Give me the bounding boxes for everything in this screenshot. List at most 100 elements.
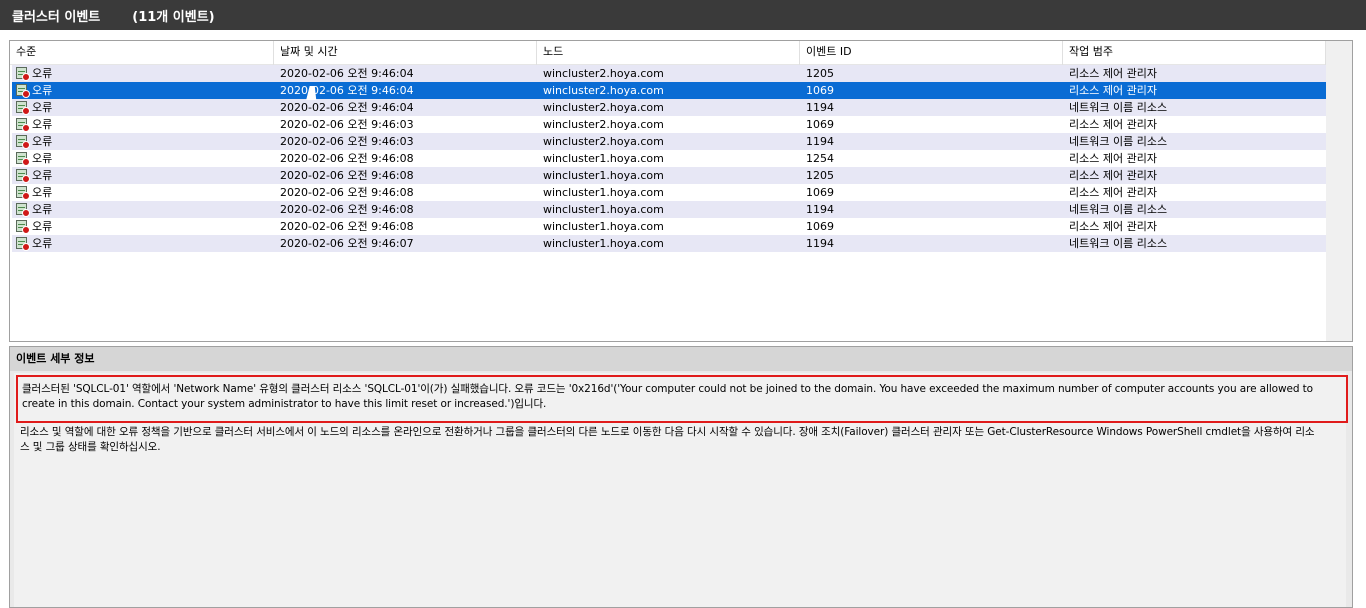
cell-level: 오류 — [12, 167, 276, 184]
error-server-icon — [15, 66, 30, 81]
cell-node: wincluster1.hoya.com — [543, 203, 664, 216]
cell-level: 오류 — [12, 65, 276, 82]
table-row[interactable]: 오류 2020-02-06 오전 9:46:08 wincluster1.hoya.… — [12, 167, 1327, 184]
level-text: 오류 — [32, 101, 53, 114]
cell-level: 오류 — [12, 99, 276, 116]
cell-node: wincluster1.hoya.com — [543, 237, 664, 250]
event-rows: 오류 2020-02-06 오전 9:46:04 wincluster2.hoya.… — [12, 65, 1327, 252]
cell-category: 네트워크 이름 리소스 — [1069, 203, 1168, 216]
error-server-icon — [15, 185, 30, 200]
level-text: 오류 — [32, 186, 53, 199]
error-server-icon — [15, 117, 30, 132]
error-server-icon — [15, 236, 30, 251]
table-row[interactable]: 오류 2020-02-06 오전 9:46:04 wincluster2.hoya.… — [12, 82, 1327, 99]
level-text: 오류 — [32, 169, 53, 182]
table-row[interactable]: 오류 2020-02-06 오전 9:46:08 wincluster1.hoya.… — [12, 201, 1327, 218]
cell-datetime: 2020-02-06 오전 9:46:08 — [280, 152, 414, 165]
column-header-level[interactable]: 수준 — [10, 41, 274, 65]
table-row[interactable]: 오류 2020-02-06 오전 9:46:03 wincluster2.hoya.… — [12, 133, 1327, 150]
column-header-category[interactable]: 작업 범주 — [1063, 41, 1326, 65]
cell-node: wincluster2.hoya.com — [543, 67, 664, 80]
cell-node: wincluster2.hoya.com — [543, 135, 664, 148]
cell-datetime: 2020-02-06 오전 9:46:03 — [280, 135, 414, 148]
level-text: 오류 — [32, 220, 53, 233]
error-server-icon — [15, 83, 30, 98]
column-header-row: 수준 날짜 및 시간 노드 이벤트 ID 작업 범주 — [10, 41, 1326, 65]
column-header-node[interactable]: 노드 — [537, 41, 800, 65]
event-details-header: 이벤트 세부 정보 — [10, 347, 1352, 371]
column-header-datetime[interactable]: 날짜 및 시간 — [274, 41, 537, 65]
vertical-scrollbar-area — [1326, 41, 1352, 341]
event-message-highlighted: 클러스터된 'SQLCL-01' 역할에서 'Network Name' 유형의… — [16, 375, 1348, 423]
cell-datetime: 2020-02-06 오전 9:46:04 — [280, 67, 414, 80]
cell-event-id: 1194 — [806, 203, 834, 216]
error-server-icon — [15, 134, 30, 149]
cell-datetime: 2020-02-06 오전 9:46:03 — [280, 118, 414, 131]
table-row[interactable]: 오류 2020-02-06 오전 9:46:08 wincluster1.hoya.… — [12, 218, 1327, 235]
table-row[interactable]: 오류 2020-02-06 오전 9:46:04 wincluster2.hoya.… — [12, 99, 1327, 116]
event-details-body[interactable]: 클러스터된 'SQLCL-01' 역할에서 'Network Name' 유형의… — [14, 373, 1348, 607]
cell-event-id: 1069 — [806, 220, 834, 233]
cell-datetime: 2020-02-06 오전 9:46:04 — [280, 101, 414, 114]
event-message-description: 리소스 및 역할에 대한 오류 정책을 기반으로 클러스터 서비스에서 이 노드… — [20, 426, 1315, 453]
cell-event-id: 1069 — [806, 84, 834, 97]
cell-datetime: 2020-02-06 오전 9:46:08 — [280, 169, 414, 182]
level-text: 오류 — [32, 203, 53, 216]
cell-node: wincluster2.hoya.com — [543, 101, 664, 114]
cell-datetime: 2020-02-06 오전 9:46:08 — [280, 186, 414, 199]
cell-node: wincluster1.hoya.com — [543, 186, 664, 199]
error-server-icon — [15, 151, 30, 166]
cell-level: 오류 — [12, 218, 276, 235]
title-bar: 클러스터 이벤트 (11개 이벤트) — [0, 0, 1366, 30]
cell-node: wincluster2.hoya.com — [543, 84, 664, 97]
cell-category: 네트워크 이름 리소스 — [1069, 135, 1168, 148]
cell-level: 오류 — [12, 235, 276, 252]
cell-datetime: 2020-02-06 오전 9:46:08 — [280, 220, 414, 233]
cell-category: 리소스 제어 관리자 — [1069, 186, 1157, 199]
level-text: 오류 — [32, 118, 53, 131]
table-row[interactable]: 오류 2020-02-06 오전 9:46:07 wincluster1.hoya.… — [12, 235, 1327, 252]
level-text: 오류 — [32, 152, 53, 165]
title-text: 클러스터 이벤트 — [12, 9, 101, 25]
error-server-icon — [15, 100, 30, 115]
cell-level: 오류 — [12, 82, 276, 99]
level-text: 오류 — [32, 135, 53, 148]
level-text: 오류 — [32, 67, 53, 80]
cell-event-id: 1069 — [806, 118, 834, 131]
cell-category: 리소스 제어 관리자 — [1069, 67, 1157, 80]
cell-level: 오류 — [12, 201, 276, 218]
cell-node: wincluster1.hoya.com — [543, 220, 664, 233]
event-details-panel: 이벤트 세부 정보 클러스터된 'SQLCL-01' 역할에서 'Network… — [9, 346, 1353, 608]
cell-category: 네트워크 이름 리소스 — [1069, 101, 1168, 114]
cell-level: 오류 — [12, 184, 276, 201]
cell-event-id: 1194 — [806, 135, 834, 148]
cell-category: 네트워크 이름 리소스 — [1069, 237, 1168, 250]
level-text: 오류 — [32, 237, 53, 250]
level-text: 오류 — [32, 84, 53, 97]
cell-category: 리소스 제어 관리자 — [1069, 118, 1157, 131]
cell-level: 오류 — [12, 133, 276, 150]
cell-node: wincluster2.hoya.com — [543, 118, 664, 131]
cell-category: 리소스 제어 관리자 — [1069, 152, 1157, 165]
cell-node: wincluster1.hoya.com — [543, 152, 664, 165]
error-server-icon — [15, 202, 30, 217]
error-server-icon — [15, 168, 30, 183]
table-row[interactable]: 오류 2020-02-06 오전 9:46:08 wincluster1.hoya.… — [12, 184, 1327, 201]
cell-event-id: 1254 — [806, 152, 834, 165]
column-header-event-id[interactable]: 이벤트 ID — [800, 41, 1063, 65]
cell-event-id: 1205 — [806, 67, 834, 80]
cell-event-id: 1194 — [806, 237, 834, 250]
table-row[interactable]: 오류 2020-02-06 오전 9:46:08 wincluster1.hoya.… — [12, 150, 1327, 167]
cell-datetime: 2020-02-06 오전 9:46:08 — [280, 203, 414, 216]
cell-node: wincluster1.hoya.com — [543, 169, 664, 182]
cell-event-id: 1069 — [806, 186, 834, 199]
table-row[interactable]: 오류 2020-02-06 오전 9:46:03 wincluster2.hoya.… — [12, 116, 1327, 133]
error-server-icon — [15, 219, 30, 234]
cell-level: 오류 — [12, 116, 276, 133]
cell-category: 리소스 제어 관리자 — [1069, 84, 1157, 97]
table-row[interactable]: 오류 2020-02-06 오전 9:46:04 wincluster2.hoya.… — [12, 65, 1327, 82]
cell-category: 리소스 제어 관리자 — [1069, 169, 1157, 182]
event-list[interactable]: 수준 날짜 및 시간 노드 이벤트 ID 작업 범주 오류 2020-02-06 … — [9, 40, 1353, 342]
cell-level: 오류 — [12, 150, 276, 167]
cell-event-id: 1205 — [806, 169, 834, 182]
